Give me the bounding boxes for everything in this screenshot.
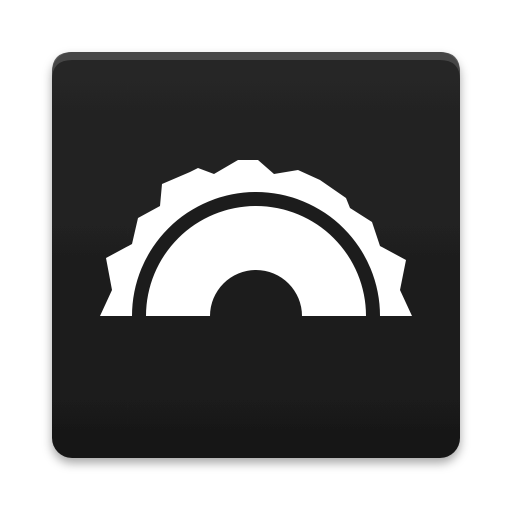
app-icon[interactable] [0, 0, 512, 512]
app-icon-graphic [52, 52, 460, 458]
